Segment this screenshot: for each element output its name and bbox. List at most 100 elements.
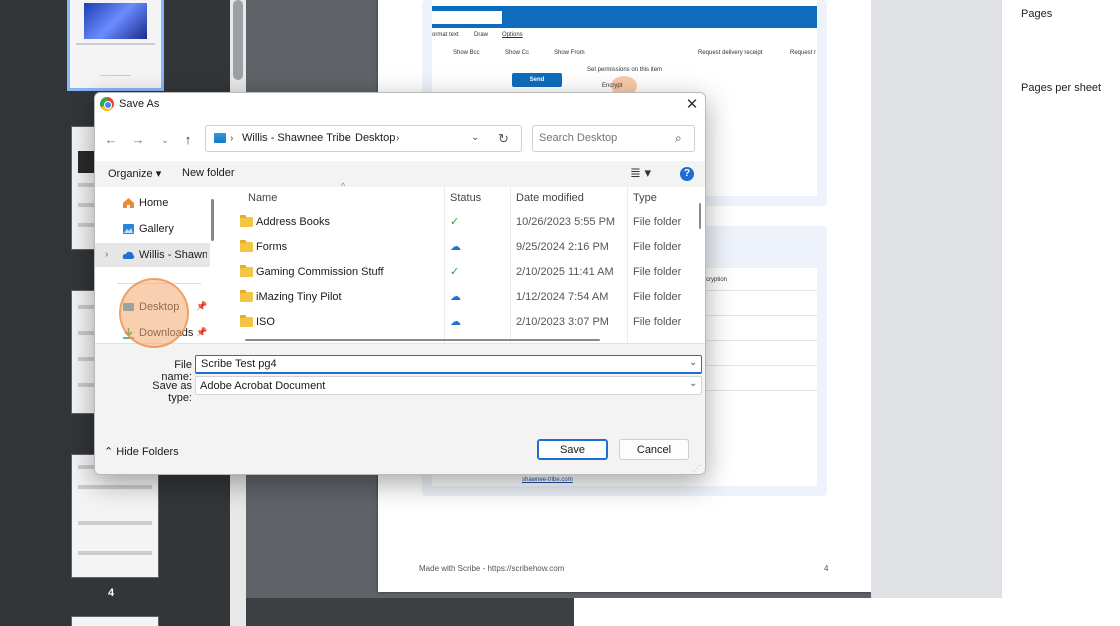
nav-item-home[interactable]: Home — [95, 191, 210, 215]
cancel-button[interactable]: Cancel — [619, 439, 689, 460]
chevron-down-icon[interactable]: ⌄ — [689, 378, 697, 389]
dialog-footer: ⌃ Hide Folders Save Cancel ⋰ — [95, 427, 705, 474]
nav-scrollbar[interactable] — [211, 199, 214, 241]
nav-item-label: Home — [139, 197, 169, 209]
save-form: File name: ⌄ Save as type: Adobe Acrobat… — [95, 343, 705, 427]
back-button[interactable]: ← — [102, 131, 120, 149]
preview-option-cc: Show Cc — [505, 50, 530, 56]
file-name-input[interactable] — [201, 358, 681, 370]
preview-bottom-band — [246, 598, 574, 626]
file-name: Forms — [256, 241, 288, 253]
search-icon[interactable]: ⌕ — [675, 131, 682, 146]
file-list: Name ^ Status Date modified Type Address… — [221, 181, 705, 343]
file-list-vertical-scrollbar[interactable] — [699, 203, 701, 229]
preview-option-bcc: Show Bcc — [453, 50, 480, 56]
sort-ascending-icon: ^ — [341, 181, 346, 191]
save-as-type-label: Save as type: — [152, 380, 192, 404]
page-thumbnail-1[interactable] — [67, 0, 164, 91]
preview-row-line — [704, 365, 817, 366]
preview-option-request: Request r — [790, 50, 817, 56]
cloud-status-icon: ☁ — [450, 291, 461, 303]
preview-row-line — [704, 340, 817, 341]
preview-right-margin — [871, 0, 1002, 598]
folder-icon — [240, 215, 253, 227]
preview-row-line — [704, 390, 817, 391]
preview-option-from: Show From — [554, 50, 585, 56]
sync-ok-icon: ✓ — [450, 216, 460, 228]
breadcrumb-separator: › — [230, 133, 234, 144]
close-button[interactable]: ✕ — [683, 96, 701, 114]
page-thumbnail-5[interactable] — [71, 616, 159, 626]
help-icon[interactable]: ? — [680, 167, 694, 181]
nav-item-label: Willis - Shawnee Tribe — [139, 249, 207, 261]
column-header-status[interactable]: Status — [450, 187, 481, 209]
dialog-title: Save As — [119, 98, 160, 110]
file-row[interactable]: Forms ☁ 9/25/2024 2:16 PM File folder — [221, 235, 693, 260]
thumbnail-scrollbar-thumb[interactable] — [233, 0, 243, 80]
search-input[interactable] — [539, 132, 669, 144]
nav-item-gallery[interactable]: Gallery — [95, 217, 210, 241]
address-bar[interactable]: › Willis - Shawnee Tribe › Desktop › ⌄ ↻ — [205, 125, 522, 152]
gallery-icon — [123, 224, 134, 234]
chevron-down-icon[interactable]: ⌄ — [689, 357, 697, 368]
preview-row-line — [704, 315, 817, 316]
recent-locations-button[interactable]: ⌄ — [156, 131, 174, 149]
command-toolbar: Organize ▾ New folder ≣ ▾ ? — [95, 161, 705, 187]
resize-grip-icon[interactable]: ⋰ — [693, 464, 701, 473]
breadcrumb-willis[interactable]: Willis - Shawnee Tribe — [242, 132, 351, 144]
column-header-date[interactable]: Date modified — [516, 187, 584, 209]
file-date: 1/12/2024 7:54 AM — [516, 291, 609, 303]
folder-icon — [240, 240, 253, 252]
file-date: 9/25/2024 2:16 PM — [516, 241, 609, 253]
pin-icon: 📌 — [196, 301, 208, 311]
file-type: File folder — [633, 241, 682, 253]
dialog-titlebar[interactable]: Save As ✕ — [95, 93, 705, 117]
preview-encryption-label: cryption — [706, 277, 728, 283]
column-header-type[interactable]: Type — [633, 187, 657, 209]
preview-row-line — [704, 290, 817, 291]
breadcrumb-separator[interactable]: › — [396, 133, 399, 144]
hide-folders-button[interactable]: ⌃ Hide Folders — [104, 445, 179, 458]
nav-item-willis-shawnee[interactable]: › Willis - Shawnee Tribe — [95, 243, 210, 267]
click-highlight-circle — [119, 278, 189, 348]
file-row[interactable]: Address Books ✓ 10/26/2023 5:55 PM File … — [221, 210, 693, 235]
preview-permissions-label: Set permissions on this item — [587, 67, 663, 73]
folder-icon — [240, 315, 253, 327]
up-folder-button[interactable]: ↑ — [179, 131, 197, 149]
cloud-icon — [122, 251, 135, 259]
folder-icon — [240, 265, 253, 277]
file-name-field[interactable]: ⌄ — [195, 355, 702, 374]
folder-icon — [240, 290, 253, 302]
cloud-status-icon: ☁ — [450, 241, 461, 253]
save-as-type-select[interactable]: Adobe Acrobat Document ⌄ — [195, 376, 702, 395]
chrome-icon — [100, 97, 114, 111]
file-name: Address Books — [256, 216, 330, 228]
setting-pages-label: Pages — [1021, 8, 1053, 20]
save-button[interactable]: Save — [537, 439, 608, 460]
file-name: Gaming Commission Stuff — [256, 266, 384, 278]
forward-button[interactable]: → — [129, 131, 147, 149]
preview-encrypt-label: Encrypt — [602, 83, 623, 89]
file-row[interactable]: iMazing Tiny Pilot ☁ 1/12/2024 7:54 AM F… — [221, 285, 693, 310]
setting-pages-per-sheet-label: Pages per sheet — [1021, 82, 1102, 94]
view-options-button[interactable]: ≣ ▾ — [630, 165, 651, 181]
horizontal-scrollbar-thumb[interactable] — [245, 339, 600, 341]
desktop-icon — [214, 133, 226, 143]
file-type: File folder — [633, 216, 682, 228]
search-box[interactable]: ⌕ — [532, 125, 695, 152]
organize-button[interactable]: Organize ▾ — [108, 167, 161, 180]
expand-chevron-icon[interactable]: › — [105, 249, 108, 260]
preview-footer-page-number: 4 — [824, 564, 829, 573]
refresh-icon[interactable]: ↻ — [498, 131, 509, 147]
address-dropdown-icon[interactable]: ⌄ — [471, 132, 479, 143]
file-row[interactable]: ISO ☁ 2/10/2023 3:07 PM File folder — [221, 310, 693, 335]
preview-tab-format: ormat text — [432, 32, 459, 38]
breadcrumb-desktop[interactable]: Desktop — [355, 132, 395, 144]
file-date: 2/10/2023 3:07 PM — [516, 316, 609, 328]
file-row[interactable]: Gaming Commission Stuff ✓ 2/10/2025 11:4… — [221, 260, 693, 285]
column-header-name[interactable]: Name — [248, 187, 277, 209]
preview-link: shawnee-tribe.com — [522, 477, 573, 483]
file-name: ISO — [256, 316, 275, 328]
new-folder-button[interactable]: New folder — [182, 167, 235, 179]
cloud-status-icon: ☁ — [450, 316, 461, 328]
